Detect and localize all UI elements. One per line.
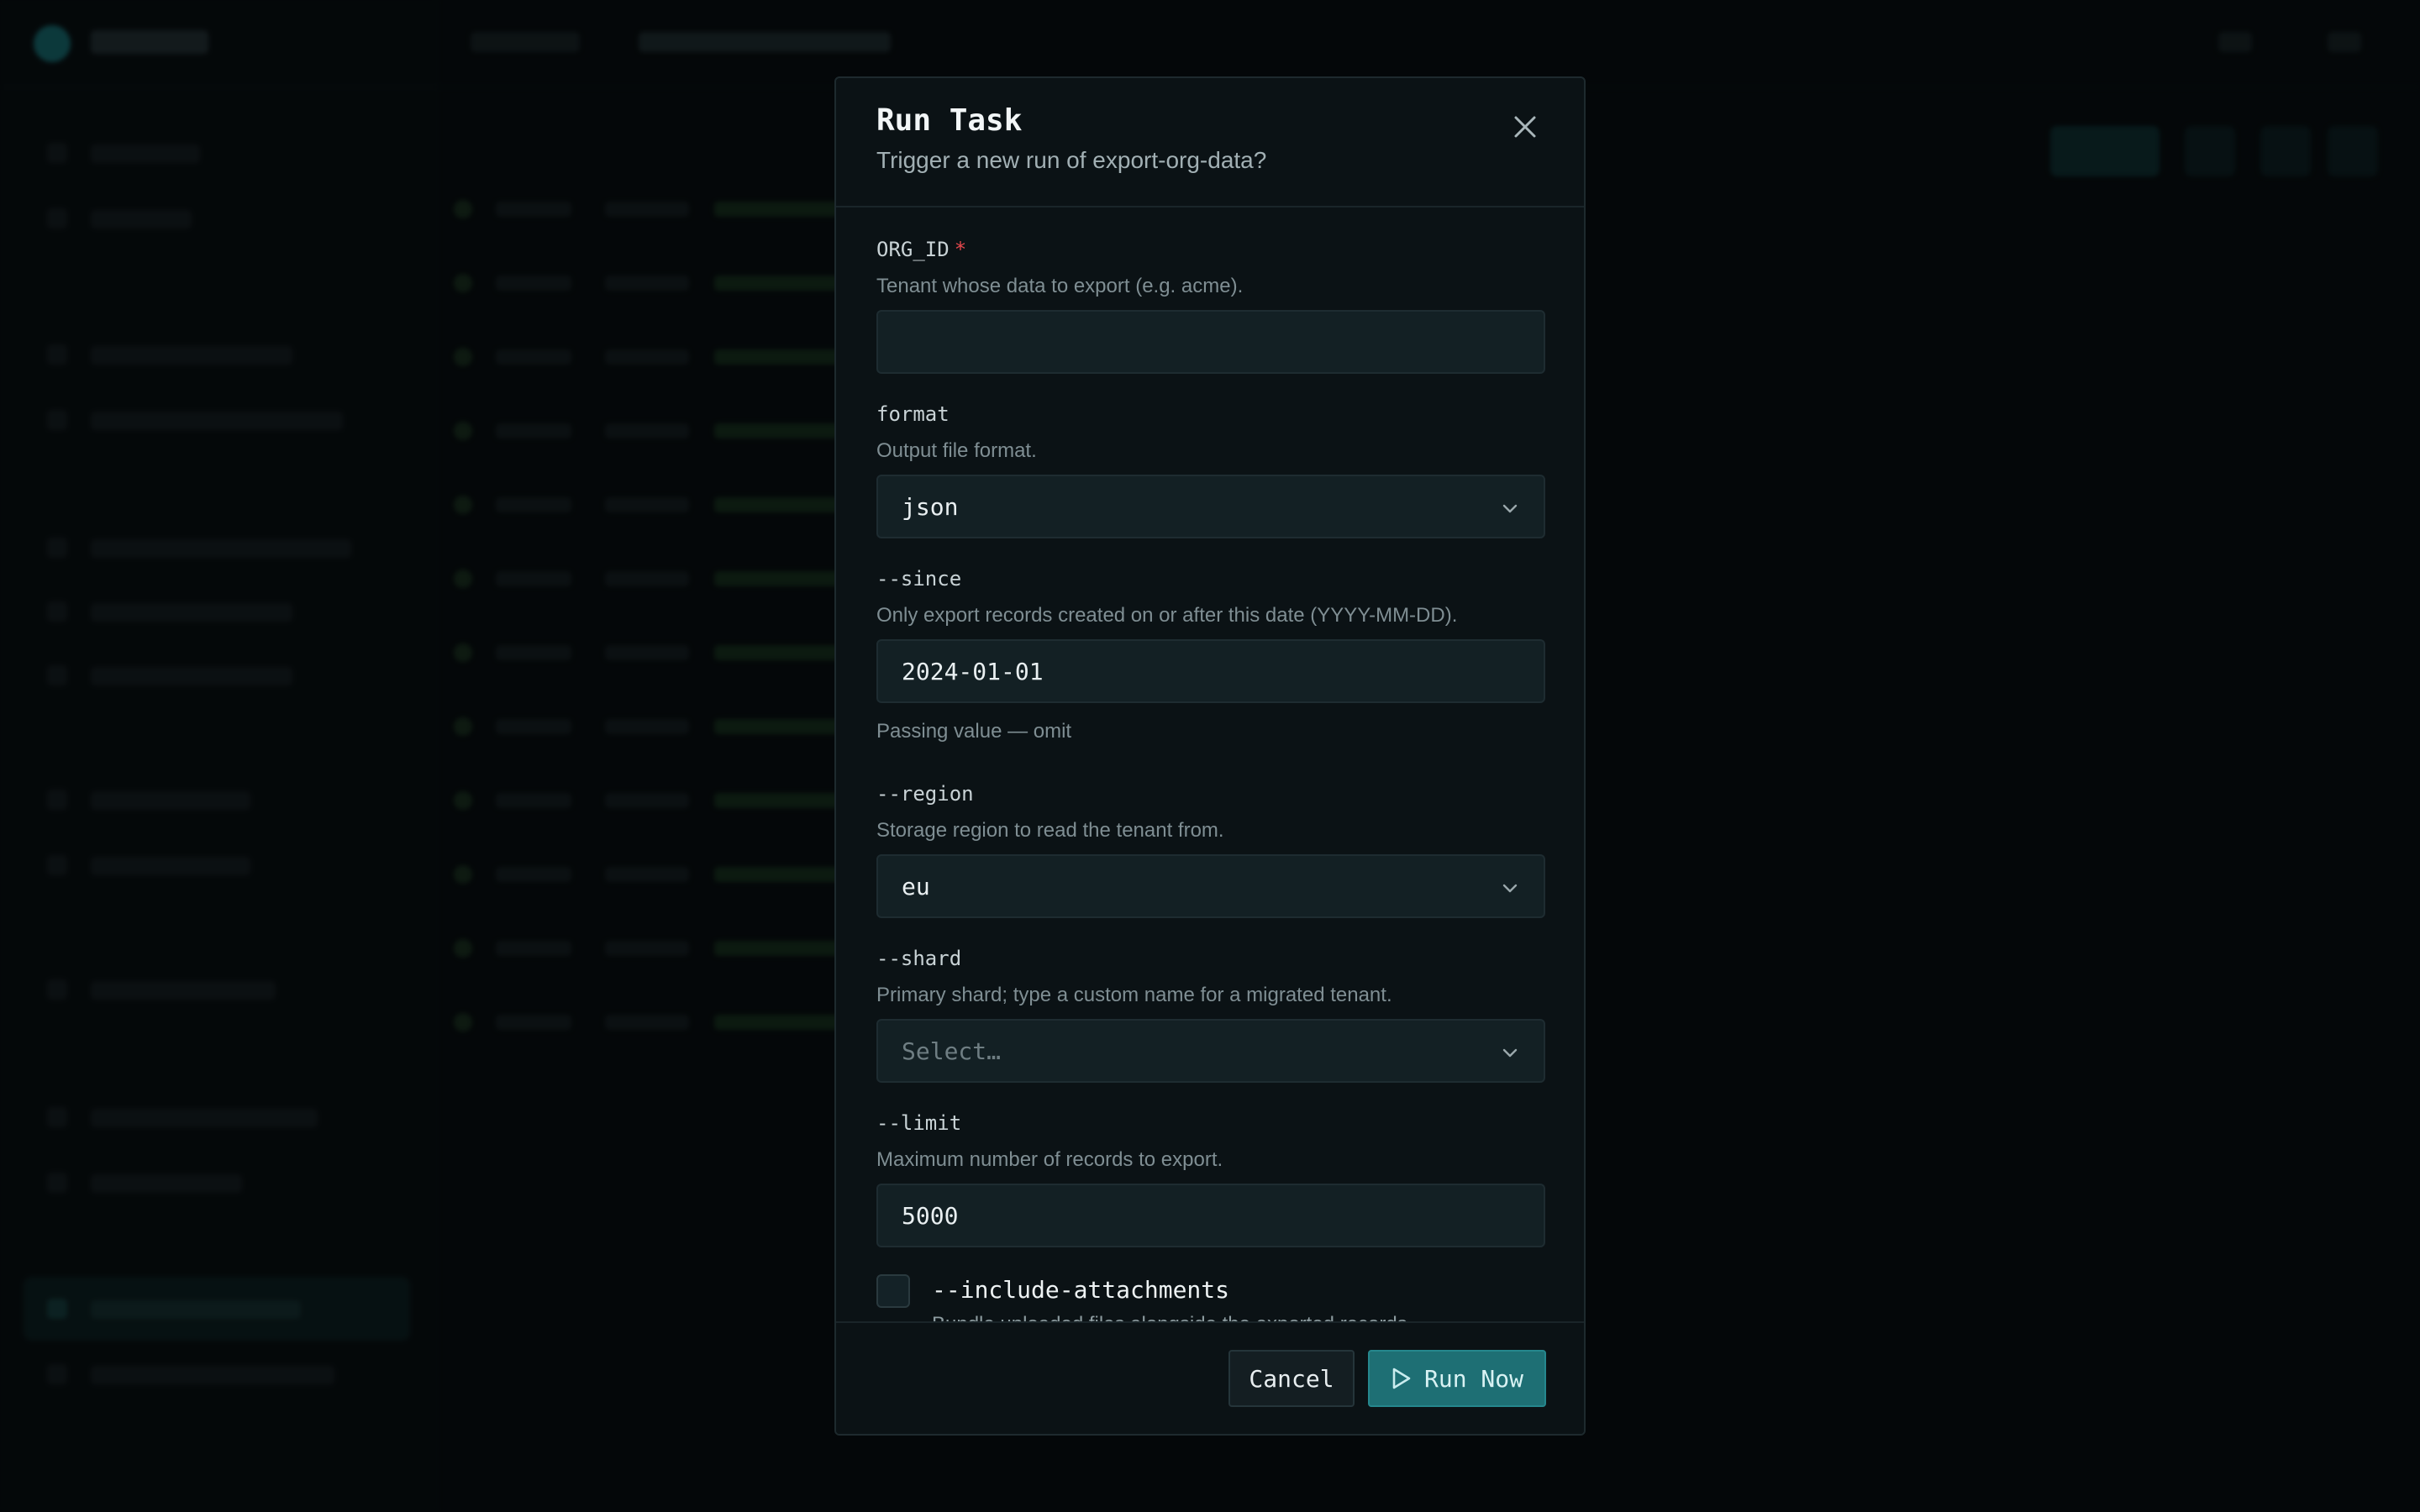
format-select[interactable]: json — [876, 475, 1545, 538]
since-label: --since — [876, 567, 962, 591]
cancel-button[interactable]: Cancel — [1228, 1350, 1355, 1407]
shard-description: Primary shard; type a custom name for a … — [876, 984, 1392, 1006]
since-input[interactable]: 2024-01-01 — [876, 639, 1545, 703]
dialog-subtitle: Trigger a new run of export-org-data? — [876, 147, 1267, 173]
required-marker: * — [954, 238, 967, 261]
dialog-body[interactable]: ORG_ID * Tenant whose data to export (e.g… — [836, 207, 1584, 1321]
org-id-input[interactable] — [876, 310, 1545, 374]
dialog-footer: Cancel Run Now — [836, 1321, 1584, 1434]
since-description: Only export records created on or after … — [876, 604, 1458, 627]
shard-placeholder: Select… — [902, 1037, 1002, 1065]
region-select[interactable]: eu — [876, 854, 1545, 918]
since-hint: Passing value — omit — [876, 720, 1072, 743]
include-attachments-label[interactable]: --include-attachments — [932, 1276, 1229, 1304]
play-icon — [1392, 1368, 1411, 1389]
limit-label: --limit — [876, 1111, 962, 1135]
region-label: --region — [876, 782, 974, 806]
dialog-title: Run Task — [876, 103, 1023, 138]
run-task-dialog: Run Task Trigger a new run of export-org… — [834, 76, 1586, 1436]
org-id-description: Tenant whose data to export (e.g. acme). — [876, 275, 1244, 297]
chevron-down-icon — [1502, 884, 1518, 893]
format-label: format — [876, 402, 950, 426]
chevron-down-icon — [1502, 504, 1518, 513]
dialog-header: Run Task Trigger a new run of export-org… — [836, 78, 1584, 207]
include-attachments-description: Bundle uploaded files alongside the expo… — [932, 1313, 1413, 1321]
shard-select[interactable]: Select… — [876, 1019, 1545, 1083]
region-description: Storage region to read the tenant from. — [876, 819, 1224, 842]
region-selected-value: eu — [902, 872, 930, 900]
limit-description: Maximum number of records to export. — [876, 1148, 1223, 1171]
org-id-label: ORG_ID * — [876, 238, 967, 261]
run-now-label: Run Now — [1423, 1364, 1523, 1393]
format-selected-value: json — [902, 492, 959, 521]
include-attachments-checkbox[interactable] — [876, 1274, 910, 1308]
close-icon — [1514, 116, 1536, 138]
run-now-button[interactable]: Run Now — [1368, 1350, 1546, 1407]
shard-label: --shard — [876, 947, 962, 970]
chevron-down-icon — [1502, 1048, 1518, 1058]
close-button[interactable] — [1507, 108, 1544, 145]
limit-input[interactable]: 5000 — [876, 1184, 1545, 1247]
format-description: Output file format. — [876, 439, 1037, 462]
